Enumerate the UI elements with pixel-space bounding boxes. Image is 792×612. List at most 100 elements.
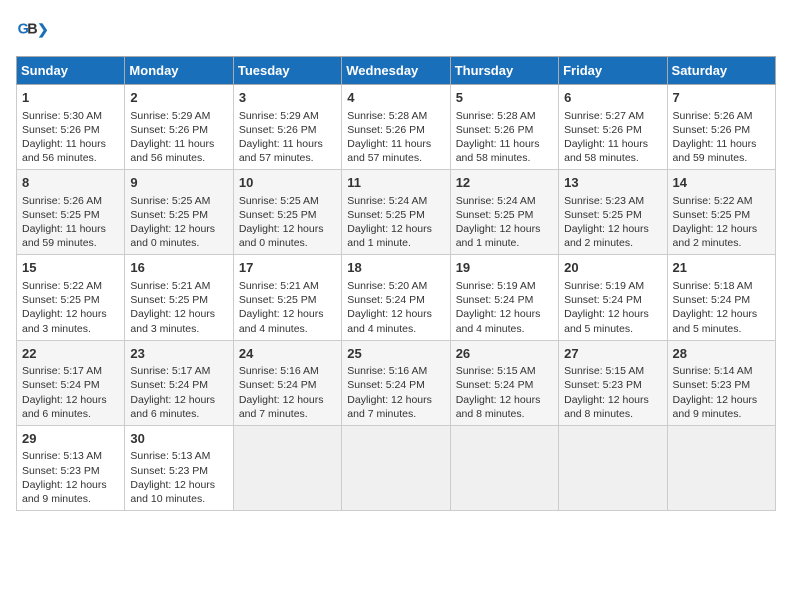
day-number: 24 (239, 345, 336, 363)
day-info-line: Daylight: 12 hours (347, 308, 432, 320)
calendar-cell: 7Sunrise: 5:26 AM Sunset: 5:26 PM Daylig… (667, 85, 775, 170)
day-info-line: and 7 minutes. (239, 408, 308, 420)
day-info-line: Sunrise: 5:30 AM (22, 110, 102, 122)
day-info-line: Sunrise: 5:21 AM (239, 280, 319, 292)
day-number: 11 (347, 174, 444, 192)
day-info-line: and 59 minutes. (673, 152, 748, 164)
page-header: G B (16, 16, 776, 48)
calendar-cell: 2Sunrise: 5:29 AM Sunset: 5:26 PM Daylig… (125, 85, 233, 170)
day-info-line: Sunset: 5:24 PM (673, 294, 751, 306)
day-info-line: and 6 minutes. (22, 408, 91, 420)
day-info-line: and 56 minutes. (130, 152, 205, 164)
calendar-cell: 27Sunrise: 5:15 AM Sunset: 5:23 PM Dayli… (559, 340, 667, 425)
day-number: 3 (239, 89, 336, 107)
day-info-line: Sunset: 5:24 PM (239, 379, 317, 391)
calendar-cell (450, 425, 558, 510)
day-info-line: Sunset: 5:24 PM (347, 294, 425, 306)
day-info-line: and 4 minutes. (347, 323, 416, 335)
day-info-line: Daylight: 11 hours (347, 138, 431, 150)
day-info-line: Sunset: 5:25 PM (347, 209, 425, 221)
day-info-line: Daylight: 12 hours (456, 394, 541, 406)
day-number: 23 (130, 345, 227, 363)
day-info-line: Daylight: 12 hours (673, 223, 758, 235)
day-number: 12 (456, 174, 553, 192)
day-info-line: Sunrise: 5:22 AM (673, 195, 753, 207)
day-info-line: Sunrise: 5:15 AM (456, 365, 536, 377)
day-header-tuesday: Tuesday (233, 57, 341, 85)
day-info-line: Daylight: 11 hours (673, 138, 757, 150)
day-info-line: and 4 minutes. (239, 323, 308, 335)
day-info-line: Sunrise: 5:25 AM (239, 195, 319, 207)
day-info-line: Sunset: 5:24 PM (456, 379, 534, 391)
day-info-line: Daylight: 12 hours (22, 479, 107, 491)
calendar-cell: 30Sunrise: 5:13 AM Sunset: 5:23 PM Dayli… (125, 425, 233, 510)
day-info-line: Daylight: 12 hours (22, 394, 107, 406)
calendar-cell: 23Sunrise: 5:17 AM Sunset: 5:24 PM Dayli… (125, 340, 233, 425)
calendar-cell: 26Sunrise: 5:15 AM Sunset: 5:24 PM Dayli… (450, 340, 558, 425)
calendar-cell: 3 Sunrise: 5:29 AM Sunset: 5:26 PM Daylig… (233, 85, 341, 170)
day-info-line: Sunset: 5:24 PM (130, 379, 208, 391)
day-info-line: Daylight: 12 hours (130, 223, 215, 235)
calendar-cell: 6Sunrise: 5:27 AM Sunset: 5:26 PM Daylig… (559, 85, 667, 170)
day-info-line: and 1 minute. (347, 237, 411, 249)
day-info-line: and 0 minutes. (130, 237, 199, 249)
day-info-line: and 59 minutes. (22, 237, 97, 249)
calendar-cell: 25Sunrise: 5:16 AM Sunset: 5:24 PM Dayli… (342, 340, 450, 425)
day-info-line: Sunrise: 5:16 AM (239, 365, 319, 377)
day-number: 13 (564, 174, 661, 192)
day-info-line: Sunrise: 5:13 AM (22, 450, 102, 462)
day-info-line: Sunrise: 5:25 AM (130, 195, 210, 207)
day-info-line: Sunset: 5:23 PM (564, 379, 642, 391)
calendar-cell: 4Sunrise: 5:28 AM Sunset: 5:26 PM Daylig… (342, 85, 450, 170)
day-info-line: Daylight: 12 hours (456, 308, 541, 320)
day-info-line: and 58 minutes. (564, 152, 639, 164)
calendar-cell (233, 425, 341, 510)
calendar-week-1: 1Sunrise: 5:30 AM Sunset: 5:26 PM Daylig… (17, 85, 776, 170)
day-info-line: Daylight: 11 hours (22, 223, 106, 235)
day-info-line: Sunset: 5:24 PM (564, 294, 642, 306)
day-info-line: Sunrise: 5:21 AM (130, 280, 210, 292)
day-info-line: and 6 minutes. (130, 408, 199, 420)
day-info-line: Daylight: 12 hours (130, 394, 215, 406)
day-number: 22 (22, 345, 119, 363)
day-header-thursday: Thursday (450, 57, 558, 85)
logo-icon: G B (16, 16, 48, 48)
day-info-line: Sunrise: 5:19 AM (564, 280, 644, 292)
calendar-cell (559, 425, 667, 510)
day-info-line: and 3 minutes. (22, 323, 91, 335)
day-info-line: Sunrise: 5:13 AM (130, 450, 210, 462)
day-info-line: Sunset: 5:26 PM (673, 124, 751, 136)
day-number: 2 (130, 89, 227, 107)
day-info-line: and 8 minutes. (564, 408, 633, 420)
calendar-cell: 14Sunrise: 5:22 AM Sunset: 5:25 PM Dayli… (667, 170, 775, 255)
day-info-line: Daylight: 11 hours (564, 138, 648, 150)
calendar-cell: 5Sunrise: 5:28 AM Sunset: 5:26 PM Daylig… (450, 85, 558, 170)
day-info-line: Sunset: 5:26 PM (239, 124, 317, 136)
calendar-cell: 17Sunrise: 5:21 AM Sunset: 5:25 PM Dayli… (233, 255, 341, 340)
day-info-line: and 8 minutes. (456, 408, 525, 420)
day-info-line: and 57 minutes. (239, 152, 314, 164)
day-info-line: Daylight: 12 hours (130, 479, 215, 491)
logo: G B (16, 16, 52, 48)
calendar-cell: 11Sunrise: 5:24 AM Sunset: 5:25 PM Dayli… (342, 170, 450, 255)
day-info-line: and 5 minutes. (673, 323, 742, 335)
calendar-cell: 21Sunrise: 5:18 AM Sunset: 5:24 PM Dayli… (667, 255, 775, 340)
day-info-line: Daylight: 11 hours (239, 138, 323, 150)
day-number: 17 (239, 259, 336, 277)
day-info-line: and 9 minutes. (22, 493, 91, 505)
day-number: 15 (22, 259, 119, 277)
calendar-week-2: 8Sunrise: 5:26 AM Sunset: 5:25 PM Daylig… (17, 170, 776, 255)
day-number: 27 (564, 345, 661, 363)
day-header-wednesday: Wednesday (342, 57, 450, 85)
calendar-cell: 19Sunrise: 5:19 AM Sunset: 5:24 PM Dayli… (450, 255, 558, 340)
day-info-line: Sunrise: 5:29 AM (239, 110, 319, 122)
day-info-line: and 0 minutes. (239, 237, 308, 249)
day-info-line: and 2 minutes. (673, 237, 742, 249)
calendar-cell: 10Sunrise: 5:25 AM Sunset: 5:25 PM Dayli… (233, 170, 341, 255)
day-info-line: and 3 minutes. (130, 323, 199, 335)
day-info-line: Sunrise: 5:24 AM (347, 195, 427, 207)
day-info-line: Sunrise: 5:28 AM (456, 110, 536, 122)
day-info-line: Daylight: 12 hours (456, 223, 541, 235)
day-number: 4 (347, 89, 444, 107)
day-info-line: Daylight: 12 hours (239, 223, 324, 235)
